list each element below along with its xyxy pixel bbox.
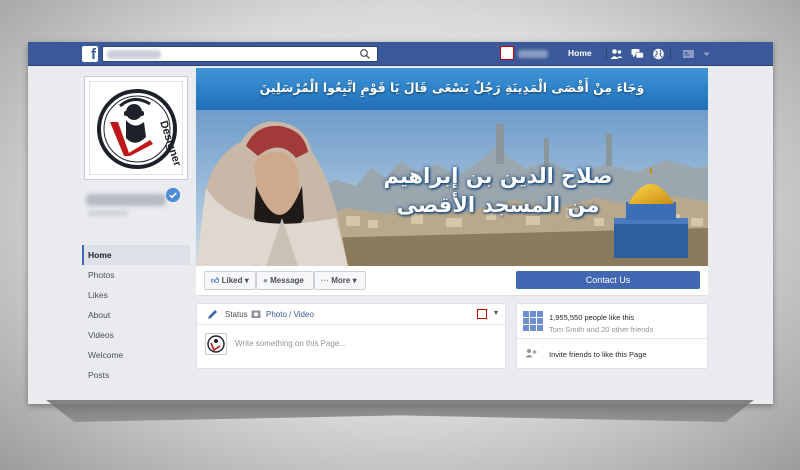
chevron-down-icon: ▾ [244, 276, 249, 285]
message-label: Message [270, 276, 304, 285]
thumbs-up-icon: 👍︎ [211, 276, 220, 285]
post-composer: Status Photo / Video ▾ Write something o… [196, 303, 506, 369]
home-link[interactable]: Home [568, 48, 592, 58]
composer-avatar [205, 333, 227, 355]
camera-icon [251, 310, 261, 318]
photo-video-tab[interactable]: Photo / Video [266, 310, 314, 319]
contact-us-button[interactable]: Contact Us [516, 271, 700, 289]
likes-summary-box: 1,955,550 people like this Tom Smith and… [516, 303, 708, 369]
search-blurred-text [107, 50, 161, 59]
friends-icon[interactable] [610, 48, 623, 60]
search-icon[interactable] [359, 48, 371, 60]
composer-body[interactable]: Write something on this Page... [197, 325, 505, 369]
top-navigation-bar: f Home [28, 42, 773, 66]
profile-logo: Designer [89, 81, 183, 175]
likes-friends[interactable]: Tom Smith and 20 other friends [549, 325, 653, 334]
profile-picture[interactable]: Designer [84, 76, 188, 180]
mockup-shadow [46, 400, 754, 422]
cover-title-line1: صلاح الدين بن إبراهيم [383, 164, 613, 188]
composer-tabs: Status Photo / Video ▾ [197, 304, 505, 325]
nav-item-about[interactable]: About [82, 305, 190, 325]
cover-title-line2: من المسجد الأقصى [396, 193, 600, 217]
liked-button[interactable]: 👍︎ Liked ▾ [204, 271, 256, 290]
add-friend-icon [525, 349, 537, 358]
facebook-page-mockup: f Home Designer Home Photos Likes About … [28, 42, 773, 404]
more-label: More [331, 276, 351, 285]
page-navigation: Home Photos Likes About Videos Welcome P… [82, 245, 190, 385]
page-name-blurred [86, 194, 166, 206]
cover-photo[interactable]: وَجَاءَ مِنْ أَقْصَى الْمَدِينَةِ رَجُلٌ… [196, 68, 708, 266]
nav-item-likes[interactable]: Likes [82, 285, 190, 305]
likes-count[interactable]: 1,955,550 people like this [549, 313, 634, 322]
cover-banner-verse: وَجَاءَ مِنْ أَقْصَى الْمَدِينَةِ رَجُلٌ… [196, 68, 708, 110]
topbar-avatar[interactable] [500, 46, 514, 60]
likes-divider [517, 338, 707, 339]
chevron-down-icon[interactable] [700, 48, 713, 60]
page-username-blurred [88, 210, 128, 216]
cover-title: صلاح الدين بن إبراهيم من المسجد الأقصى [368, 162, 628, 220]
globe-icon[interactable] [652, 48, 665, 60]
pencil-icon [208, 310, 217, 319]
search-input[interactable] [102, 46, 378, 62]
messages-icon[interactable] [631, 48, 644, 60]
nav-item-posts[interactable]: Posts [82, 365, 190, 385]
chevron-down-icon[interactable]: ▾ [494, 308, 498, 317]
designer-logo-icon: Designer [97, 89, 183, 169]
chevron-down-icon: ▾ [352, 276, 357, 285]
more-icon: ··· [321, 276, 329, 285]
liked-label: Liked [221, 276, 243, 285]
nav-item-welcome[interactable]: Welcome [82, 345, 190, 365]
more-button[interactable]: ··· More ▾ [314, 271, 366, 290]
nav-item-videos[interactable]: Videos [82, 325, 190, 345]
facebook-logo-icon[interactable]: f [82, 46, 98, 62]
topbar-profile-name-blurred[interactable] [518, 50, 548, 58]
composer-placeholder[interactable]: Write something on this Page... [235, 339, 346, 348]
message-icon: ● [263, 276, 268, 285]
likes-grid-icon [523, 311, 543, 331]
invite-friends-link[interactable]: Invite friends to like this Page [549, 350, 647, 359]
designer-logo-icon [207, 335, 225, 353]
message-button[interactable]: ● Message [256, 271, 314, 290]
topbar-divider [606, 48, 607, 60]
status-tab[interactable]: Status [225, 310, 248, 319]
composer-page-avatar[interactable] [477, 309, 487, 319]
page-action-bar: 👍︎ Liked ▾ ● Message ··· More ▾ Contact … [196, 266, 708, 296]
topbar-divider [670, 48, 671, 60]
account-icon[interactable] [682, 48, 695, 60]
nav-item-home[interactable]: Home [82, 245, 190, 265]
verified-badge-icon [166, 188, 180, 202]
nav-item-photos[interactable]: Photos [82, 265, 190, 285]
